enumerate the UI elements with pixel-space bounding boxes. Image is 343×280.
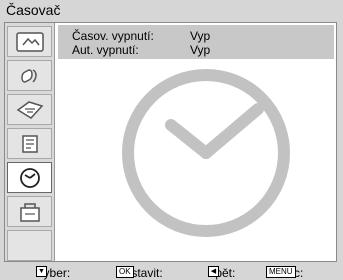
sidebar-item-sound[interactable]: [7, 60, 52, 91]
left-arrow-icon: ◀: [208, 266, 219, 277]
sidebar-item-picture[interactable]: [7, 26, 52, 57]
sidebar-item-settings[interactable]: [7, 196, 52, 227]
menu-row-label: Časov. vypnutí:: [72, 29, 154, 43]
clock-watermark-icon: [122, 69, 290, 237]
menu-content: Časov. vypnutí: Vyp Aut. vypnutí: Vyp: [56, 23, 336, 261]
sidebar-item-empty: [7, 230, 52, 261]
menu-row-value: Vyp: [190, 43, 211, 57]
menu-panel: Časov. vypnutí: Vyp Aut. vypnutí: Vyp: [4, 22, 337, 262]
menu-row-label: Aut. vypnutí:: [72, 43, 139, 57]
picture-icon: [15, 31, 44, 52]
window-title: Časovač: [6, 2, 61, 18]
menu-row-value: Vyp: [190, 29, 211, 43]
sidebar-item-screen[interactable]: [7, 94, 52, 125]
footer-hints: Vyber:▲▼ Nastavit: OK Zpět:◀ Konec:MENU: [0, 262, 343, 280]
screen-icon: [16, 100, 43, 119]
channel-icon: [21, 134, 38, 153]
empty-icon: [13, 234, 47, 258]
sidebar-item-channel[interactable]: [7, 128, 52, 159]
ok-key-icon: OK: [116, 266, 134, 278]
sound-icon: [20, 68, 37, 83]
sidebar-item-timer[interactable]: [7, 162, 52, 193]
timer-icon: [19, 167, 40, 188]
menu-key-icon: MENU: [266, 266, 296, 278]
settings-icon: [19, 202, 40, 222]
sidebar: [5, 23, 55, 261]
down-arrow-icon: ▼: [36, 266, 47, 277]
